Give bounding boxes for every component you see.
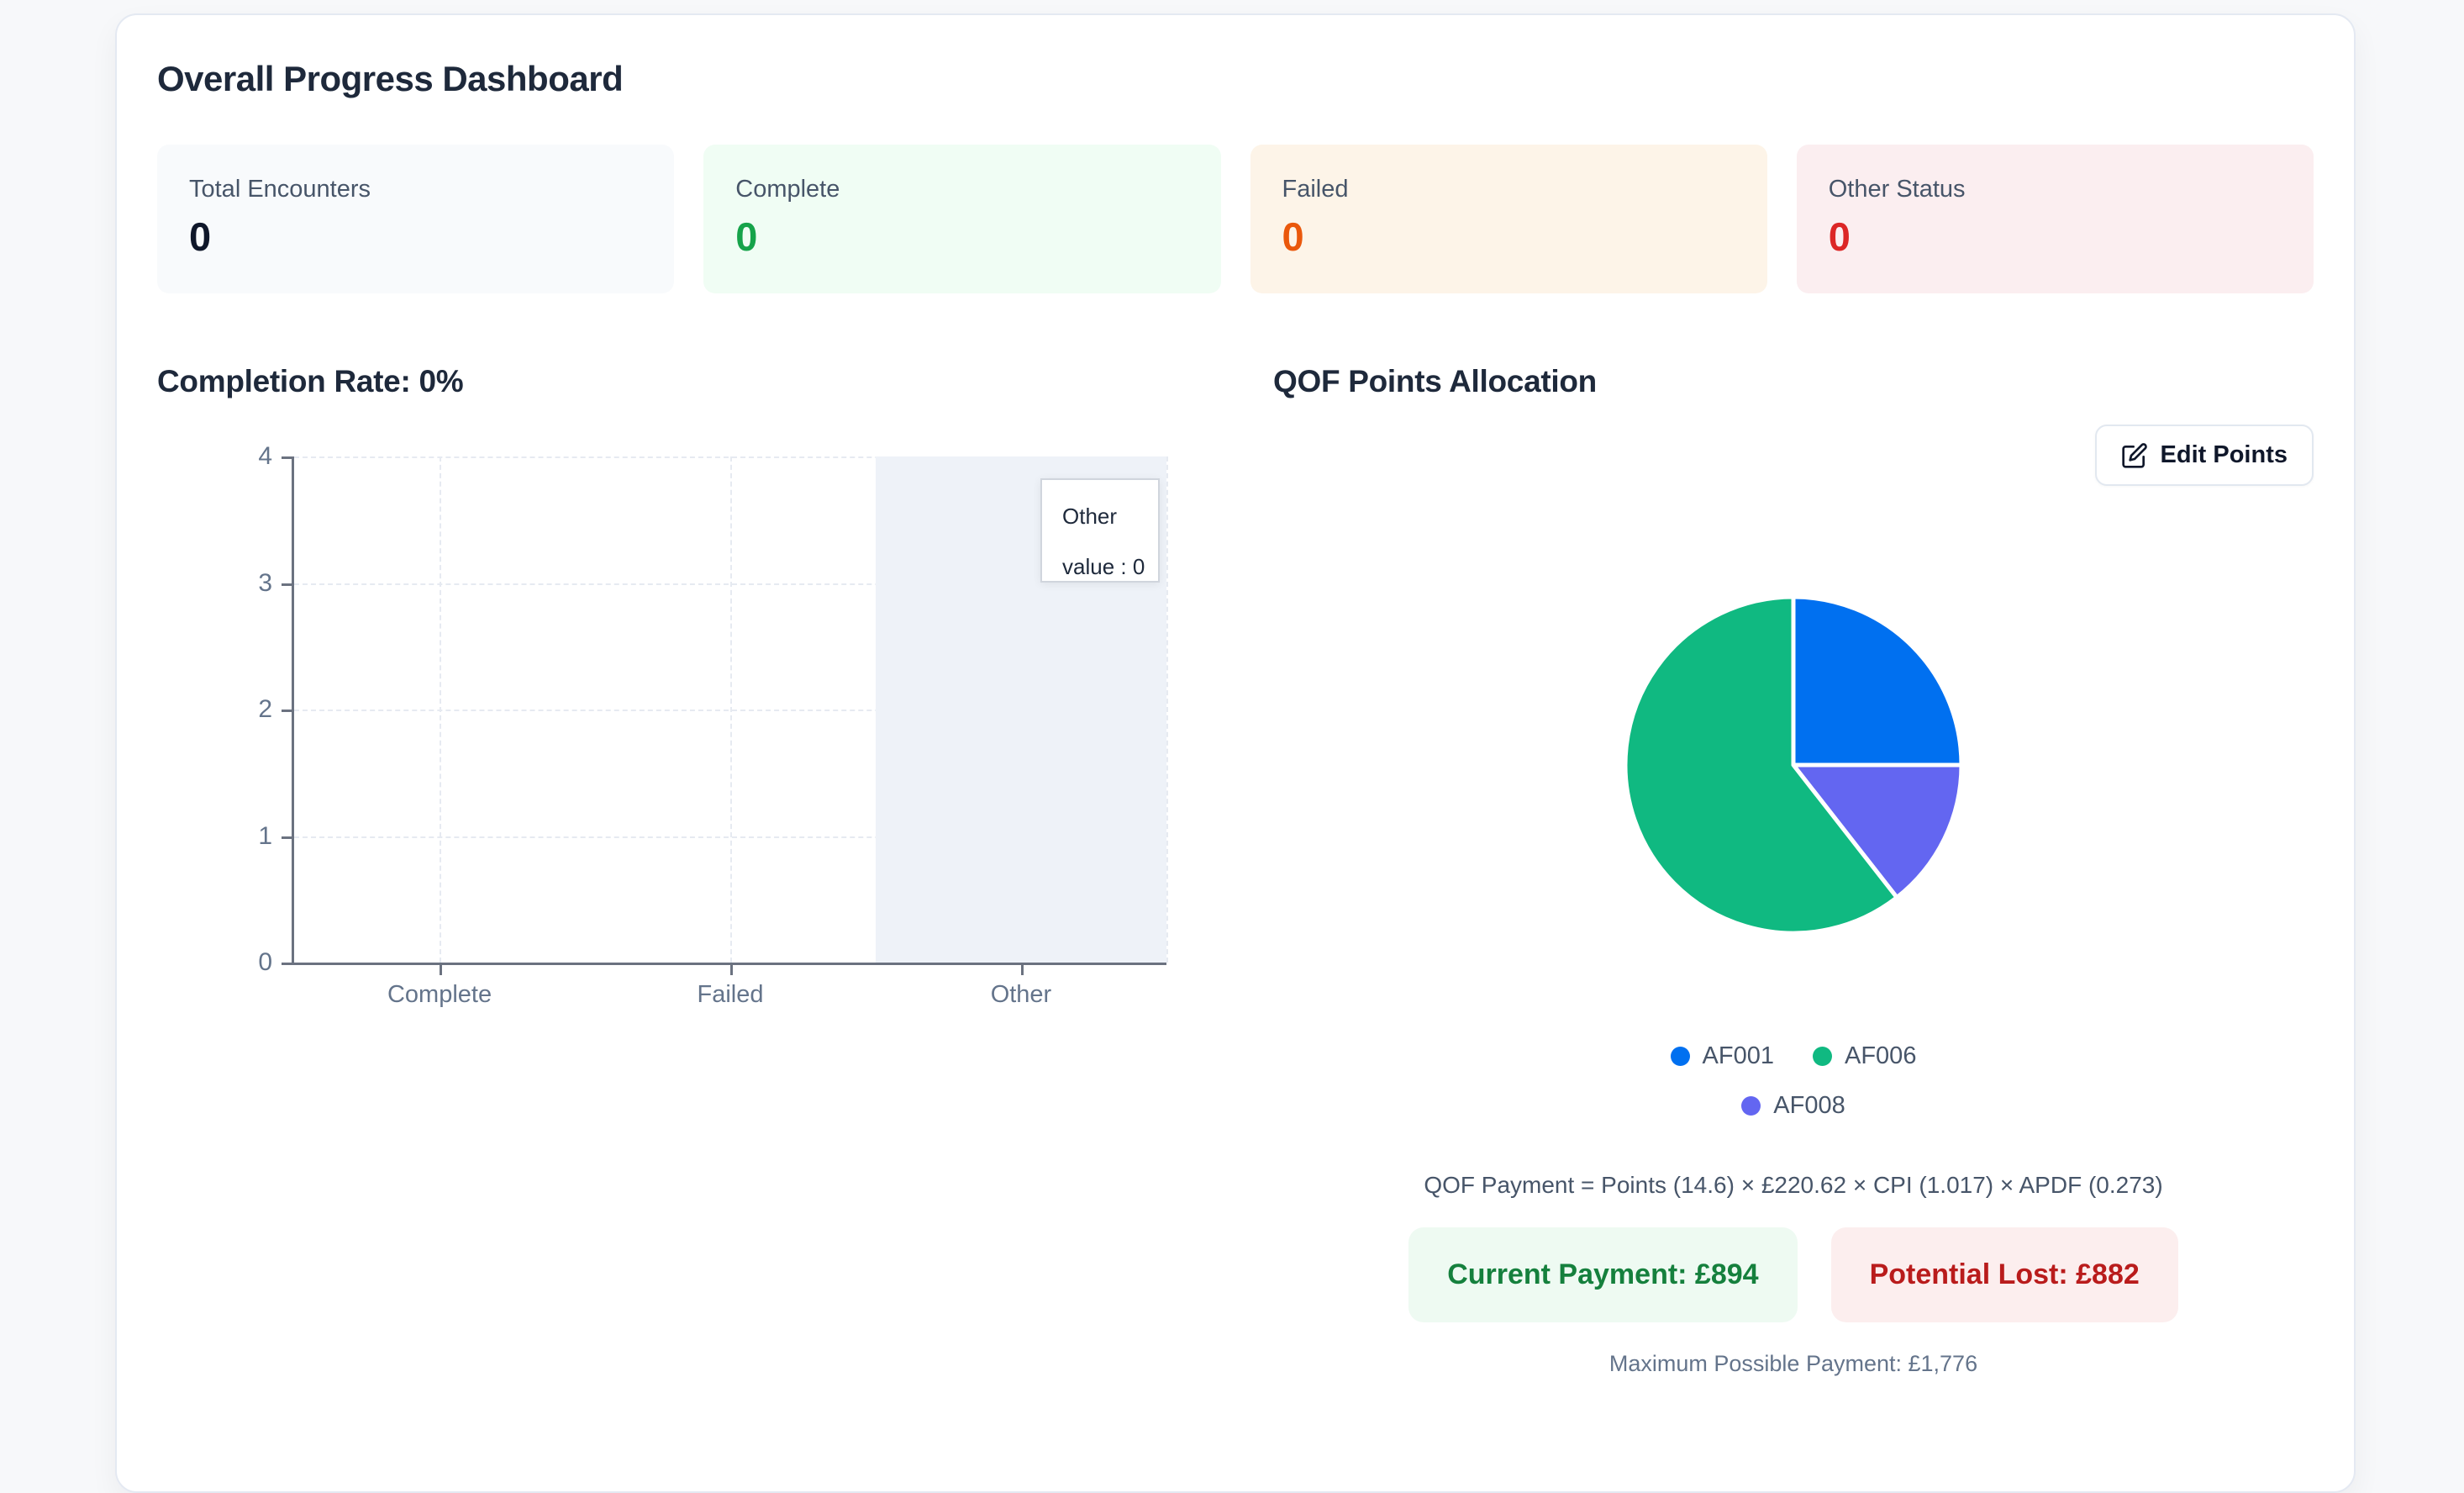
- legend-dot-icon: [1813, 1047, 1832, 1066]
- legend-label: AF008: [1773, 1092, 1845, 1119]
- pie-slice-af001[interactable]: [1791, 594, 1964, 768]
- qof-toolbar: Edit Points: [1273, 425, 2314, 486]
- y-axis-tick: [282, 583, 292, 586]
- gridline-v: [440, 456, 442, 963]
- x-axis-label-failed: Failed: [697, 981, 764, 1008]
- y-axis-label: 4: [258, 442, 272, 470]
- stat-label: Complete: [735, 176, 840, 203]
- y-axis-label: 2: [258, 695, 272, 723]
- dashboard-card: Overall Progress Dashboard Total Encount…: [115, 13, 2356, 1493]
- edit-points-button[interactable]: Edit Points: [2094, 425, 2314, 486]
- completion-rate-section: Completion Rate: 0% 4 3 2 1 0 Complete F…: [157, 364, 1198, 1377]
- y-axis-label: 3: [258, 568, 272, 597]
- y-axis-tick: [282, 456, 292, 459]
- qof-points-heading: QOF Points Allocation: [1273, 364, 1597, 398]
- x-axis-tick: [730, 965, 733, 975]
- legend-item-af008[interactable]: AF008: [1741, 1092, 1845, 1120]
- stat-card-failed: Failed 0: [1250, 145, 1767, 293]
- x-axis-label-other: Other: [990, 981, 1052, 1008]
- qof-pie-chart: [1623, 594, 1964, 936]
- stat-value: 0: [1828, 214, 1851, 259]
- chart-tooltip: Other value : 0: [1040, 478, 1160, 583]
- stat-label: Other Status: [1828, 176, 1966, 203]
- pie-legend: AF001 AF006 AF008: [1273, 1042, 2314, 1120]
- tooltip-value: value : 0: [1062, 554, 1145, 579]
- stat-value: 0: [1282, 214, 1304, 259]
- legend-item-af001[interactable]: AF001: [1670, 1042, 1774, 1070]
- page-title: Overall Progress Dashboard: [157, 59, 624, 98]
- x-axis-label-complete: Complete: [387, 981, 492, 1008]
- legend-label: AF001: [1702, 1042, 1774, 1069]
- stat-card-total-encounters: Total Encounters 0: [157, 145, 675, 293]
- y-axis-tick: [282, 963, 292, 965]
- stat-card-complete: Complete 0: [703, 145, 1221, 293]
- completion-rate-chart: 4 3 2 1 0 Complete Failed Other Other va…: [157, 442, 1198, 1008]
- legend-label: AF006: [1845, 1042, 1917, 1069]
- stats-row: Total Encounters 0 Complete 0 Failed 0 O…: [157, 145, 2314, 293]
- stat-label: Failed: [1282, 176, 1349, 203]
- y-axis-label: 1: [258, 821, 272, 850]
- x-axis-tick: [1020, 965, 1024, 975]
- gridline-v: [730, 456, 732, 963]
- gridline-v: [1166, 456, 1168, 963]
- legend-item-af006[interactable]: AF006: [1813, 1042, 1916, 1070]
- current-payment-card: Current Payment: £894: [1408, 1227, 1798, 1322]
- y-axis-tick: [282, 710, 292, 712]
- y-axis-label: 0: [258, 948, 272, 976]
- legend-dot-icon: [1670, 1047, 1690, 1066]
- legend-dot-icon: [1741, 1096, 1761, 1116]
- stat-value: 0: [189, 214, 212, 259]
- max-payment-text: Maximum Possible Payment: £1,776: [1608, 1351, 1978, 1376]
- stat-label: Total Encounters: [189, 176, 371, 203]
- pie-chart-wrap: [1273, 592, 2314, 938]
- potential-lost-card: Potential Lost: £882: [1830, 1227, 2178, 1322]
- legend-row: AF008: [1273, 1092, 2314, 1120]
- qof-payment-formula: QOF Payment = Points (14.6) × £220.62 × …: [1424, 1172, 2163, 1198]
- stat-card-other-status: Other Status 0: [1796, 145, 2314, 293]
- tooltip-category: Other: [1062, 504, 1118, 529]
- edit-points-label: Edit Points: [2160, 441, 2288, 468]
- qof-points-section: QOF Points Allocation Edit Points AF001 …: [1273, 364, 2314, 1377]
- edit-pencil-icon: [2121, 442, 2147, 468]
- completion-rate-heading: Completion Rate: 0%: [157, 364, 464, 398]
- payment-cards-row: Current Payment: £894 Potential Lost: £8…: [1273, 1227, 2314, 1322]
- chart-plot-area: 4 3 2 1 0 Complete Failed Other Other va…: [258, 442, 1168, 1008]
- x-axis-tick: [440, 965, 443, 975]
- legend-row: AF001 AF006: [1273, 1042, 2314, 1070]
- y-axis-tick: [282, 836, 292, 839]
- stat-value: 0: [735, 214, 758, 259]
